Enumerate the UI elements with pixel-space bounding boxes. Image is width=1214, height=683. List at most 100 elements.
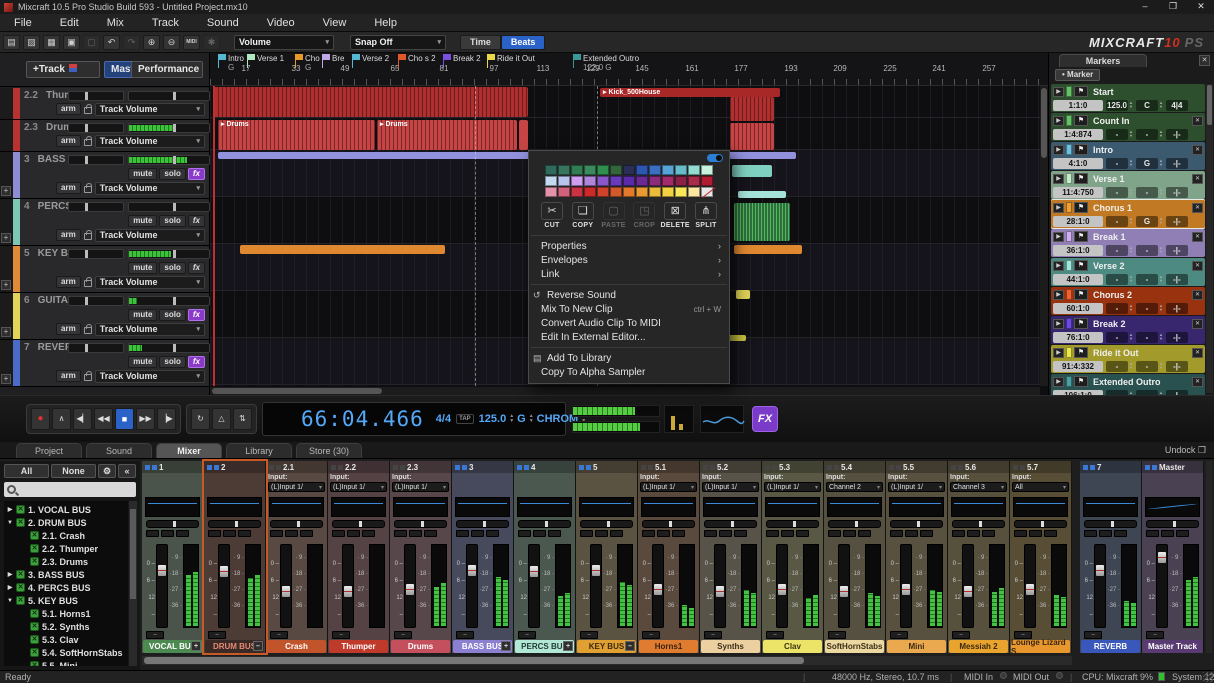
mixer-channel-strip[interactable]: 2.3 Input: (L)Input 1/▾ [390,461,452,653]
arm-button[interactable]: arm [56,103,81,115]
stepper-icon[interactable]: ▲▼ [1159,101,1163,109]
context-menu-item[interactable]: Link› [529,267,729,281]
marker-expand-button[interactable]: ▶ [1053,377,1064,387]
tap-tempo-button[interactable]: TAP [456,414,474,424]
audio-clip[interactable] [214,87,528,117]
track-row[interactable]: + 3 BASS BUS ♩ ✎ mute solo [0,152,209,199]
output-select[interactable]: – [208,631,226,639]
stepper-icon[interactable]: ▲▼ [1159,217,1163,225]
marker-key[interactable]: - [1136,245,1158,256]
fx-button[interactable]: fx [188,215,205,227]
marker-timesig[interactable]: -|- [1166,216,1188,227]
strip-fx-button[interactable] [920,530,933,537]
input-select[interactable]: All▾ [1012,482,1069,492]
strip-fx-button[interactable] [1114,530,1127,537]
marker-expand-button[interactable]: ▶ [1053,348,1064,358]
color-swatch[interactable] [701,187,713,197]
time-signature[interactable]: 4/4 [436,413,451,425]
lock-icon[interactable] [84,107,92,114]
eq-thumbnail[interactable] [393,497,448,517]
select-none-button[interactable]: None [51,464,96,478]
pan-slider[interactable] [518,520,571,528]
tree-item[interactable]: ▼ ✕ 2. DRUM BUS [4,516,128,529]
color-swatch[interactable] [584,187,596,197]
marker-key[interactable]: - [1136,303,1158,314]
track-row[interactable]: + 6 GUITAR BUS ♪ ✎ mute solo [0,293,209,340]
strip-solo-button[interactable] [657,530,670,537]
strip-fx-button[interactable] [610,530,623,537]
marker-key[interactable]: - [1136,129,1158,140]
tree-item[interactable]: ✕ 5.5. Mini [4,659,128,666]
audio-clip[interactable] [730,123,774,150]
marker-row[interactable]: ▶ ⚑ Verse 2 ✕ 44:1:0 -▲▼ -▲▼ -|- [1051,258,1205,286]
timeline-marker-flag[interactable]: Verse 1 [247,54,284,63]
marker-delete-button[interactable]: ✕ [1192,348,1203,358]
volume-fader[interactable] [962,544,974,628]
color-swatch[interactable] [675,187,687,197]
marker-key[interactable]: - [1136,187,1158,198]
marker-color-swatch[interactable] [1066,318,1072,329]
mixer-channel-strip[interactable]: 2.1 Input: (L)Input 1/▾ [266,461,328,653]
mixer-channel-strip[interactable]: 3 Input: ▾ [452,461,514,653]
marker-color-swatch[interactable] [1066,376,1072,387]
marker-row[interactable]: ▶ ⚑ Verse 1 ✕ 11:4:750 -▲▼ -▲▼ -|- [1051,171,1205,199]
marker-color-swatch[interactable] [1066,173,1072,184]
color-swatch[interactable] [675,165,687,175]
select-all-button[interactable]: All [4,464,49,478]
toggle-switch[interactable] [707,154,723,162]
context-action-button[interactable]: ⊠ DELETE [660,202,690,229]
marker-tempo[interactable]: - [1106,274,1128,285]
marker-color-swatch[interactable] [1066,289,1072,300]
tree-expand-icon[interactable]: ▼ [4,520,16,526]
fader-handle[interactable] [282,586,290,597]
markers-scrollbar[interactable] [1206,84,1213,393]
strip-fx-button[interactable] [672,530,685,537]
color-swatch[interactable] [649,165,661,175]
marker-timesig[interactable]: -|- [1166,129,1188,140]
track-row[interactable]: + 4 PERCS BUS ◍ ✎ mute solo [0,199,209,246]
marker-time[interactable]: 28:1:0 [1053,216,1103,227]
volume-fader[interactable] [280,544,292,628]
context-menu-item[interactable]: Edit In External Editor... [529,330,729,344]
pan-slider[interactable] [146,520,199,528]
output-select[interactable]: – [456,631,474,639]
marker-tempo[interactable]: - [1106,332,1128,343]
color-swatch[interactable] [701,176,713,186]
group-expand-button[interactable]: – [625,641,635,651]
color-swatch[interactable] [610,187,622,197]
volume-fader[interactable] [528,544,540,628]
context-action-button[interactable]: ✂ CUT [537,202,567,229]
marker-time[interactable]: 11:4:750 [1053,187,1103,198]
fader-handle[interactable] [1096,565,1104,576]
add-marker-button[interactable]: • Marker [1055,69,1100,81]
context-menu-item[interactable]: Envelopes› [529,253,729,267]
strip-solo-button[interactable] [409,530,422,537]
strip-solo-button[interactable] [161,530,174,537]
volume-fader[interactable] [466,544,478,628]
strip-solo-button[interactable] [781,530,794,537]
stepper-icon[interactable]: ▲▼ [1129,130,1133,138]
snap-select[interactable]: Snap Off▾ [350,35,446,50]
strip-mute-button[interactable] [580,530,593,537]
volume-fader[interactable] [342,544,354,628]
mixer-channel-strip[interactable]: Master Input: ▾ [1142,461,1204,653]
marker-timesig[interactable]: -|- [1166,187,1188,198]
track-visible-checkbox[interactable]: ✕ [16,505,25,514]
color-swatch[interactable] [558,176,570,186]
stepper-icon[interactable]: ▲▼ [1159,130,1163,138]
add-subtrack-button[interactable]: + [1,374,11,384]
audio-clip[interactable] [732,165,772,177]
performance-button[interactable]: Performance [131,61,203,78]
toolbar-icon[interactable]: ▣ [63,35,80,50]
fx-button[interactable]: fx [188,262,205,274]
pan-slider[interactable] [270,520,323,528]
mute-button[interactable]: mute [128,309,157,321]
marker-expand-button[interactable]: ▶ [1053,261,1064,271]
marker-expand-button[interactable]: ▶ [1053,87,1064,97]
solo-button[interactable]: solo [159,168,185,180]
marker-timesig[interactable]: -|- [1166,303,1188,314]
transport-mode-icon[interactable]: △ [212,408,231,430]
flag-icon[interactable]: ⚑ [1074,173,1088,184]
automation-param-select[interactable]: Track Volume▾ [95,103,205,116]
mixer-channel-strip[interactable]: 5.1 Input: (L)Input 1/▾ [638,461,700,653]
